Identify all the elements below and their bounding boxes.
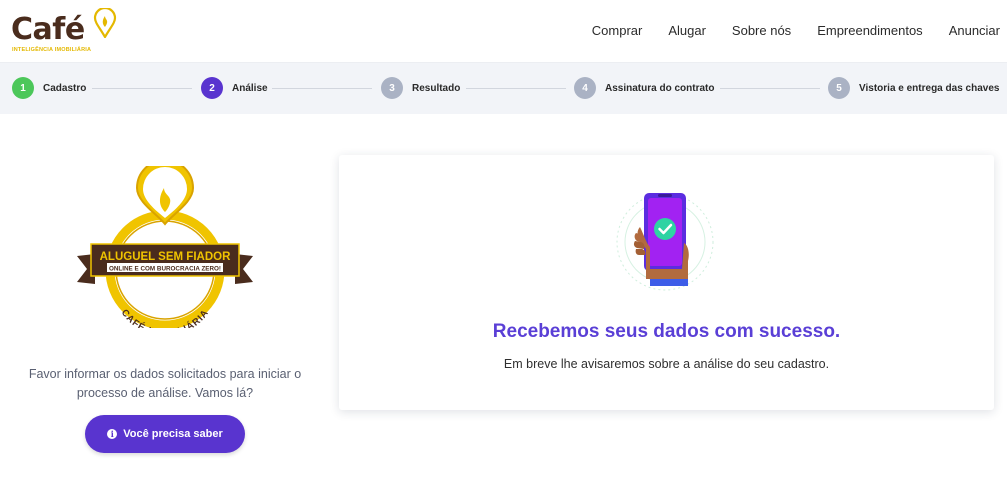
logo-wordmark: Café bbox=[11, 12, 85, 47]
success-subtitle: Em breve lhe avisaremos sobre a análise … bbox=[503, 357, 830, 371]
step-connector bbox=[92, 88, 192, 89]
badge-banner-title: ALUGUEL SEM FIADOR bbox=[100, 251, 231, 263]
top-header: Café INTELIGÊNCIA IMOBILIÁRIA Comprar Al… bbox=[0, 0, 1007, 63]
nav-alugar[interactable]: Alugar bbox=[668, 23, 706, 38]
step-connector bbox=[720, 88, 820, 89]
step-label: Vistoria e entrega das chaves bbox=[859, 82, 1000, 94]
step-label: Análise bbox=[232, 82, 268, 94]
main-nav: Comprar Alugar Sobre nós Empreendimentos… bbox=[566, 23, 1000, 38]
success-title: Recebemos seus dados com sucesso. bbox=[492, 321, 841, 342]
step-vistoria: 5 Vistoria e entrega das chaves bbox=[828, 77, 999, 99]
step-number: 2 bbox=[201, 77, 223, 99]
step-connector bbox=[272, 88, 372, 89]
step-number: 3 bbox=[381, 77, 403, 99]
step-number: 5 bbox=[828, 77, 850, 99]
step-resultado: 3 Resultado bbox=[381, 77, 460, 99]
progress-stepper: 1 Cadastro 2 Análise 3 Resultado 4 Assin… bbox=[0, 63, 1007, 114]
step-number: 1 bbox=[12, 77, 34, 99]
step-number: 4 bbox=[574, 77, 596, 99]
phone-check-icon bbox=[616, 193, 714, 291]
logo-tagline: INTELIGÊNCIA IMOBILIÁRIA bbox=[12, 47, 92, 53]
intro-message: Favor informar os dados solicitados para… bbox=[28, 367, 302, 400]
nav-empreendimentos[interactable]: Empreendimentos bbox=[817, 23, 923, 38]
step-label: Assinatura do contrato bbox=[605, 82, 715, 94]
step-cadastro: 1 Cadastro bbox=[12, 77, 86, 99]
aluguel-sem-fiador-badge: ALUGUEL SEM FIADOR ONLINE E COM BUROCRAC… bbox=[77, 166, 253, 328]
nav-comprar[interactable]: Comprar bbox=[592, 23, 643, 38]
step-connector bbox=[466, 88, 566, 89]
voce-precisa-saber-button[interactable]: i Você precisa saber bbox=[85, 415, 245, 453]
success-card: Recebemos seus dados com sucesso. Em bre… bbox=[339, 155, 994, 410]
cafe-logo[interactable]: Café INTELIGÊNCIA IMOBILIÁRIA bbox=[11, 8, 121, 58]
logo-pin-icon bbox=[93, 8, 117, 38]
info-icon: i bbox=[107, 429, 118, 439]
nav-sobre-nos[interactable]: Sobre nós bbox=[732, 23, 791, 38]
step-analise: 2 Análise bbox=[201, 77, 268, 99]
info-button-label: Você precisa saber bbox=[123, 428, 223, 440]
step-assinatura: 4 Assinatura do contrato bbox=[574, 77, 714, 99]
nav-anunciar[interactable]: Anunciar bbox=[949, 23, 1000, 38]
badge-banner-subtitle: ONLINE E COM BUROCRACIA ZERO! bbox=[109, 266, 221, 273]
step-label: Resultado bbox=[412, 82, 461, 94]
step-label: Cadastro bbox=[43, 82, 87, 94]
